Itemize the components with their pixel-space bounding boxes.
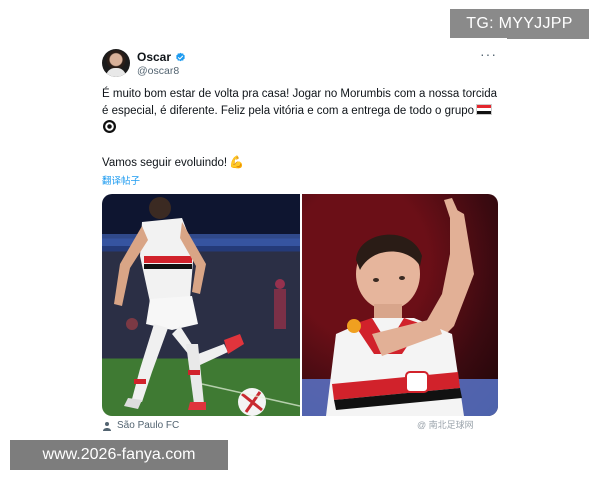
tweet-paragraph-1: É muito bom estar de volta pra casa! Jog… — [102, 86, 497, 137]
author-display-name[interactable]: Oscar — [137, 50, 171, 64]
author-name-row: Oscar — [137, 50, 186, 64]
tweet-paragraph-1-text: É muito bom estar de volta pra casa! Jog… — [102, 88, 498, 117]
user-icon — [103, 421, 111, 431]
translate-post-link[interactable]: 翻译帖子 — [102, 173, 140, 187]
domain-watermark-badge: www.2026-fanya.com — [10, 440, 228, 470]
avatar[interactable] — [102, 49, 130, 77]
verified-badge-icon — [176, 52, 185, 61]
tweet-paragraph-2: Vamos seguir evoluindo! 💪 — [102, 154, 497, 172]
player-waving-illustration — [302, 198, 498, 416]
more-options-icon[interactable]: ··· — [480, 46, 497, 62]
flag-emoji-icon — [476, 104, 493, 115]
flexed-biceps-emoji-icon: 💪 — [229, 155, 245, 169]
tweet-photo-celebration[interactable] — [302, 194, 498, 416]
player-running-illustration — [102, 197, 300, 416]
soccer-ball-emoji-icon — [103, 120, 116, 133]
tweet-card[interactable]: Oscar @oscar8 ··· É muito bom estar de v… — [92, 38, 507, 438]
tweet-paragraph-2-text: Vamos seguir evoluindo! — [102, 157, 228, 169]
tg-watermark-text: TG: MYYJJPP — [466, 15, 573, 32]
image-source-label[interactable]: São Paulo FC — [117, 420, 179, 431]
author-handle[interactable]: @oscar8 — [137, 65, 179, 77]
tweet-body: É muito bom estar de volta pra casa! Jog… — [102, 86, 497, 172]
tweet-photo-action[interactable] — [102, 194, 300, 416]
image-source-row: São Paulo FC — [102, 420, 179, 431]
tg-watermark-badge: TG: MYYJJPP — [450, 9, 589, 39]
avatar-shirt — [106, 68, 126, 77]
domain-watermark-text: www.2026-fanya.com — [42, 446, 196, 463]
site-watermark: @ 南北足球网 — [417, 420, 474, 430]
